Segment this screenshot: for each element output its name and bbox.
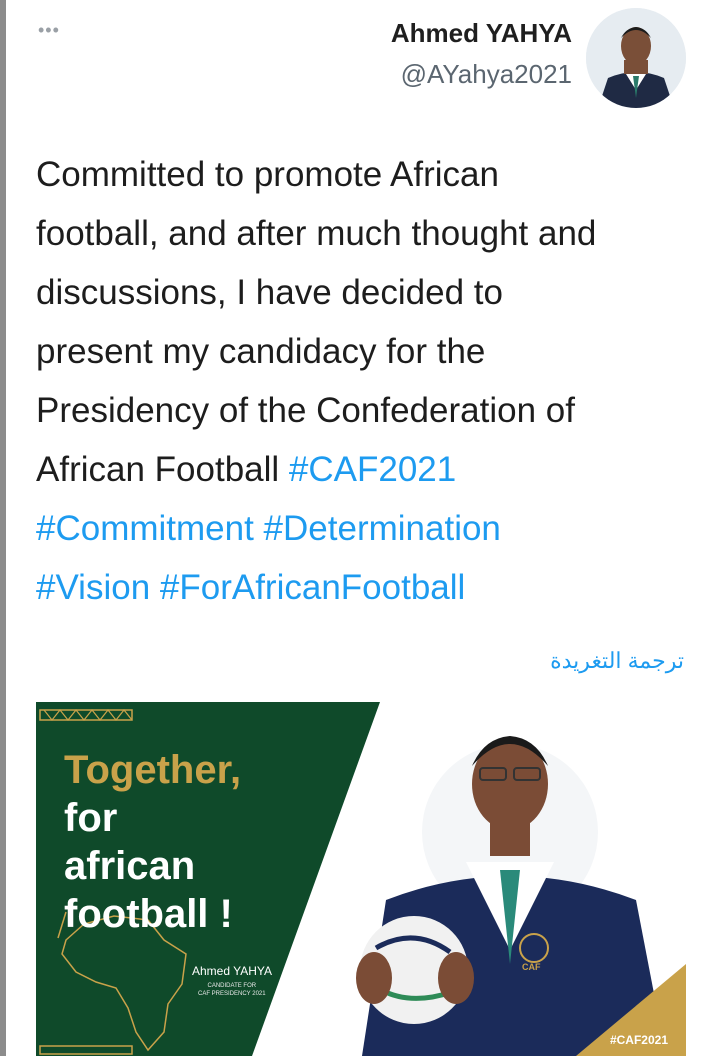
tweet-line: #Commitment #Determination <box>36 499 696 558</box>
translate-tweet-link[interactable]: ترجمة التغريدة <box>550 648 684 674</box>
tweet-line: #Vision #ForAfricanFootball <box>36 558 696 617</box>
poster-title-line: for <box>64 796 118 840</box>
tweet-line: discussions, I have decided to <box>36 263 696 322</box>
poster-hashtag-badge: #CAF2021 <box>609 1033 668 1047</box>
display-name[interactable]: Ahmed YAHYA <box>391 18 572 49</box>
more-options-icon[interactable]: ••• <box>38 20 60 41</box>
tweet-line-text: discussions, I have decided to <box>36 273 503 312</box>
tweet-line-text: African Football <box>36 450 289 489</box>
hashtag-link[interactable]: #CAF2021 <box>289 450 456 489</box>
tweet-line: African Football #CAF2021 <box>36 440 696 499</box>
hashtag-link[interactable]: #Vision #ForAfricanFootball <box>36 568 465 607</box>
tweet-text: Committed to promote African football, a… <box>36 145 696 617</box>
poster-candidate-name: Ahmed YAHYA <box>192 964 273 978</box>
tweet-media-image[interactable]: Together, for african football ! Ahmed Y… <box>36 702 686 1056</box>
tweet-line: Committed to promote African <box>36 145 696 204</box>
ball-logo-text: CAF <box>522 962 541 972</box>
hashtag-link[interactable]: #Commitment #Determination <box>36 509 501 548</box>
left-accent-bar <box>0 0 6 1056</box>
avatar[interactable] <box>586 8 686 108</box>
poster-title-line: Together, <box>64 748 242 792</box>
tweet-line: present my candidacy for the <box>36 322 696 381</box>
user-header[interactable]: Ahmed YAHYA @AYahya2021 <box>391 18 572 90</box>
tweet-line: Presidency of the Confederation of <box>36 381 696 440</box>
poster-subtitle-line: CAF PRESIDENCY 2021 <box>198 991 266 997</box>
poster-title-line: african <box>64 844 196 888</box>
avatar-photo <box>586 8 686 108</box>
tweet-line-text: Presidency of the Confederation of <box>36 391 575 430</box>
tweet-line-text: present my candidacy for the <box>36 332 486 371</box>
poster-title-line: football ! <box>64 892 233 936</box>
user-handle[interactable]: @AYahya2021 <box>391 59 572 90</box>
poster-subtitle-line: CANDIDATE FOR <box>207 983 257 989</box>
tweet-line: football, and after much thought and <box>36 204 696 263</box>
tweet-line-text: football, and after much thought and <box>36 214 597 253</box>
poster-candidate-subtitle: CANDIDATE FOR CAF PRESIDENCY 2021 <box>198 982 266 998</box>
poster-title: Together, for african football ! <box>64 746 241 938</box>
tweet-line-text: Committed to promote African <box>36 155 499 194</box>
